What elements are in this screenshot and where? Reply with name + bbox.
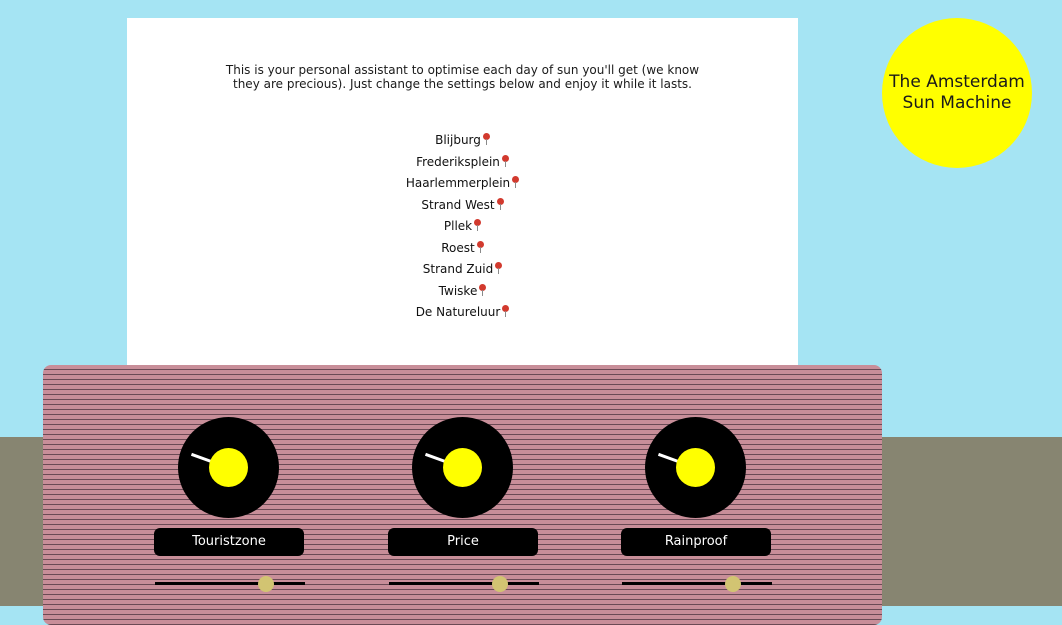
place-item-strand-west[interactable]: Strand West <box>127 195 798 217</box>
slider-thumb[interactable] <box>725 576 741 592</box>
control-rainproof: Rainproof <box>621 417 773 597</box>
knob-center <box>209 448 248 487</box>
control-console: Touristzone Price Rainproof <box>43 365 882 625</box>
intro-text: This is your personal assistant to optim… <box>225 63 700 91</box>
place-item-strand-zuid[interactable]: Strand Zuid <box>127 259 798 281</box>
place-name: Blijburg <box>435 133 481 147</box>
place-name: Roest <box>441 240 475 255</box>
rainproof-slider[interactable] <box>622 574 772 594</box>
knob-center <box>443 448 482 487</box>
logo-text: The Amsterdam Sun Machine <box>887 72 1027 114</box>
place-name: Frederiksplein <box>416 154 500 169</box>
map-pin-icon <box>511 176 520 188</box>
rainproof-knob[interactable] <box>645 417 746 518</box>
place-item-blijburg[interactable]: Blijburg <box>127 130 798 152</box>
place-name: Strand Zuid <box>422 262 494 276</box>
price-button[interactable]: Price <box>388 528 538 556</box>
slider-thumb[interactable] <box>258 576 274 592</box>
place-item-de-natureluur[interactable]: De Natureluur <box>127 302 798 324</box>
map-pin-icon <box>482 133 490 145</box>
slider-track <box>389 582 539 585</box>
map-pin-icon <box>496 197 504 210</box>
touristzone-knob[interactable] <box>178 417 279 518</box>
logo-line-1: The Amsterdam <box>889 72 1025 92</box>
place-name: Strand West <box>421 197 495 212</box>
logo-line-2: Sun Machine <box>902 93 1012 113</box>
rainproof-button[interactable]: Rainproof <box>621 528 771 556</box>
map-pin-icon <box>473 219 482 231</box>
slider-track <box>622 582 772 585</box>
place-name: Haarlemmerplein <box>405 176 511 190</box>
control-touristzone: Touristzone <box>154 417 306 597</box>
sun-logo: The Amsterdam Sun Machine <box>882 18 1032 168</box>
knob-center <box>676 448 715 487</box>
map-pin-icon <box>501 305 510 317</box>
control-price: Price <box>388 417 540 597</box>
map-pin-icon <box>478 283 487 296</box>
place-name: De Natureluur <box>415 305 501 319</box>
place-name: Pllek <box>443 219 473 233</box>
slider-thumb[interactable] <box>492 576 508 592</box>
place-item-frederiksplein[interactable]: Frederiksplein <box>127 152 798 174</box>
map-pin-icon <box>501 154 509 167</box>
place-item-twiske[interactable]: Twiske <box>127 281 798 303</box>
place-item-haarlemmerplein[interactable]: Haarlemmerplein <box>127 173 798 195</box>
price-knob[interactable] <box>412 417 513 518</box>
places-list: Blijburg Frederiksplein Haarlemmerplein … <box>127 130 798 324</box>
touristzone-slider[interactable] <box>155 574 305 594</box>
place-name: Twiske <box>438 283 478 298</box>
info-paper: This is your personal assistant to optim… <box>127 18 798 365</box>
map-pin-icon <box>494 262 503 274</box>
map-pin-icon <box>476 240 484 253</box>
touristzone-button[interactable]: Touristzone <box>154 528 304 556</box>
place-item-pllek[interactable]: Pllek <box>127 216 798 238</box>
slider-track <box>155 582 305 585</box>
price-slider[interactable] <box>389 574 539 594</box>
place-item-roest[interactable]: Roest <box>127 238 798 260</box>
